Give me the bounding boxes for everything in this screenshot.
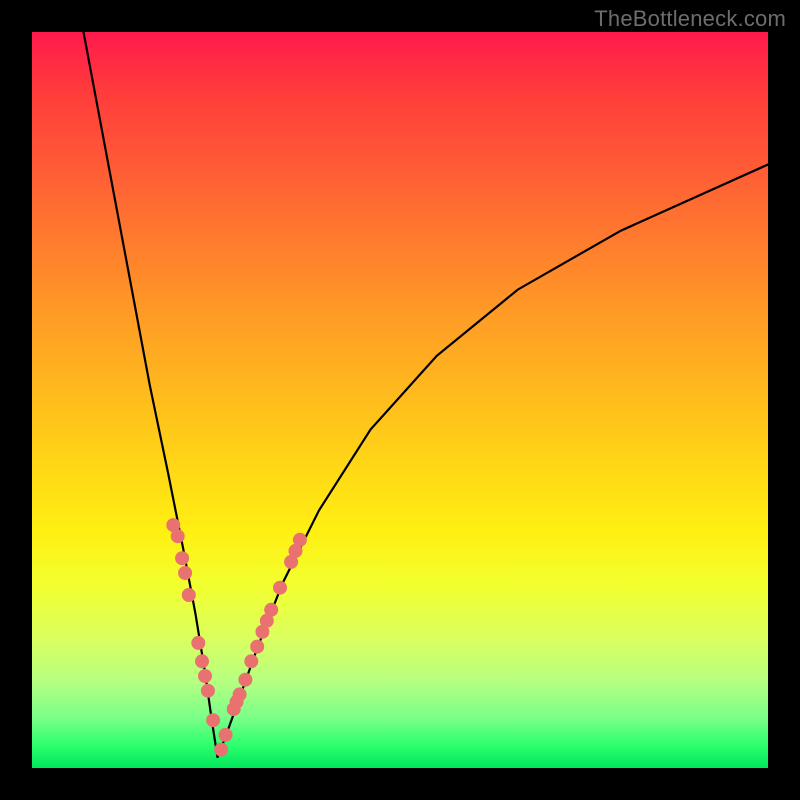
dot [219,728,233,742]
dot [233,687,247,701]
dot [238,673,252,687]
plot-area [32,32,768,768]
watermark-text: TheBottleneck.com [594,6,786,32]
dot [175,551,189,565]
dot [273,581,287,595]
dot [244,654,258,668]
dot [178,566,192,580]
dot [206,713,220,727]
dot [195,654,209,668]
curve-right-branch [218,165,769,758]
dot [171,529,185,543]
dot [214,743,228,757]
dot [250,640,264,654]
dot [191,636,205,650]
dot [198,669,212,683]
dot [182,588,196,602]
curve-layer [32,32,768,768]
dot [293,533,307,547]
chart-frame: TheBottleneck.com [0,0,800,800]
dot [264,603,278,617]
highlight-dots [166,518,307,757]
dot [201,684,215,698]
